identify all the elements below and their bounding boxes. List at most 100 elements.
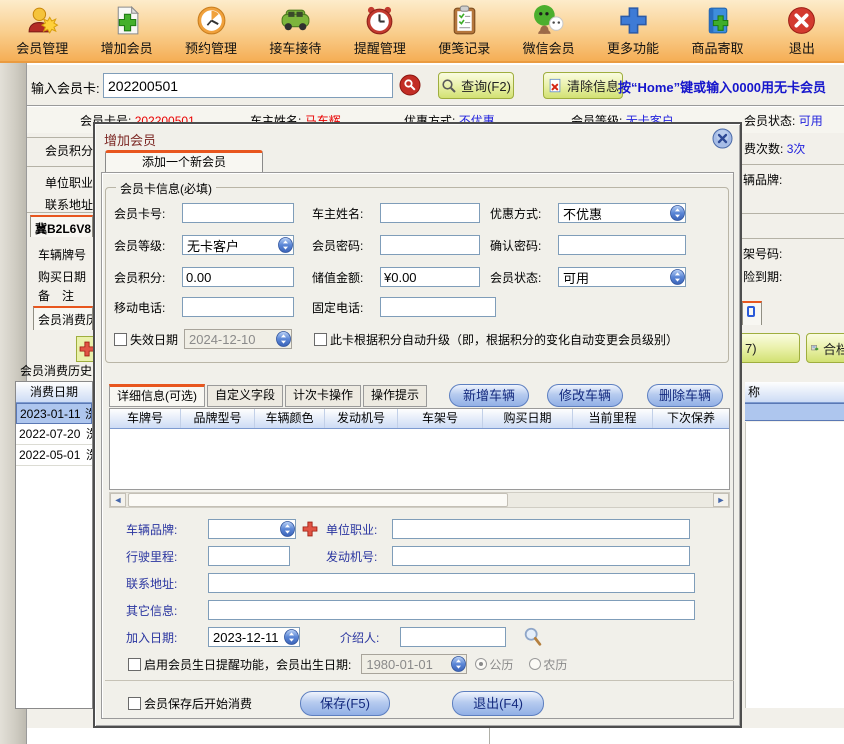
toolbar-goods-pickup[interactable]: 商品寄取	[675, 0, 759, 61]
level-select[interactable]: 无卡客户	[182, 235, 294, 255]
brand-select[interactable]	[208, 519, 296, 539]
spinner-icon[interactable]	[451, 656, 466, 672]
birthday-date-select[interactable]: 1980-01-01	[361, 654, 467, 674]
toolbar-label: 退出	[789, 38, 815, 57]
tab-count-card[interactable]: 计次卡操作	[285, 385, 361, 407]
status-select[interactable]: 可用	[558, 267, 686, 287]
consume-after-save-checkbox[interactable]	[128, 697, 141, 710]
search-bar: 输入会员卡: 查询(F2) 清除信息 按“Home”键或输入0000用无卡会员	[27, 65, 844, 106]
other-info-field[interactable]	[208, 600, 695, 620]
col-frame[interactable]: 车架号	[398, 409, 483, 428]
spinner-icon[interactable]	[284, 629, 299, 645]
toolbar-member-manage[interactable]: 会员管理	[0, 0, 84, 61]
bg-history-tab[interactable]: 会员消费历史	[33, 306, 93, 330]
scroll-thumb[interactable]	[128, 493, 508, 507]
toolbar-add-member[interactable]: 增加会员	[84, 0, 168, 61]
toolbar-wechat-member[interactable]: 微信会员	[506, 0, 590, 61]
col-next-maintain[interactable]: 下次保养	[653, 409, 729, 428]
bg-history-row[interactable]: 2023-01-11洗	[16, 403, 92, 424]
toolbar-label: 商品寄取	[691, 38, 743, 57]
status-label: 会员状态:	[744, 114, 795, 128]
toolbar-exit[interactable]: 退出	[760, 0, 844, 61]
dialog-close-button[interactable]	[712, 128, 733, 149]
add-brand-icon[interactable]	[302, 521, 318, 537]
bg-name-column-header[interactable]: 称	[745, 382, 844, 403]
col-mileage[interactable]: 当前里程	[573, 409, 653, 428]
spinner-icon[interactable]	[276, 331, 291, 347]
quick-search-button[interactable]	[399, 74, 421, 96]
unit-field[interactable]	[392, 519, 690, 539]
vehicle-table-body	[110, 429, 729, 489]
toolbar-reminder[interactable]: 提醒管理	[338, 0, 422, 61]
add-vehicle-button[interactable]: 新增车辆	[449, 384, 529, 407]
bg-selected-row-fragment[interactable]	[745, 403, 844, 421]
scroll-left-arrow[interactable]: ◄	[110, 493, 126, 507]
col-engine[interactable]: 发动机号	[325, 409, 398, 428]
card-number-input[interactable]	[103, 73, 393, 98]
spinner-icon[interactable]	[280, 521, 295, 537]
toolbar-car-reception[interactable]: 接车接待	[253, 0, 337, 61]
tab-custom-fields[interactable]: 自定义字段	[207, 385, 283, 407]
owner-field[interactable]	[380, 203, 480, 223]
confirm-field[interactable]	[558, 235, 686, 255]
spinner-icon[interactable]	[670, 205, 685, 221]
expire-date-label: 失效日期	[130, 331, 178, 348]
birthday-reminder-checkbox[interactable]	[128, 658, 141, 671]
spinner-icon[interactable]	[670, 269, 685, 285]
expire-date-select[interactable]: 2024-12-10	[184, 329, 292, 349]
solar-calendar-radio[interactable]	[475, 658, 487, 670]
auto-upgrade-checkbox[interactable]	[314, 333, 327, 346]
col-plate[interactable]: 车牌号	[110, 409, 181, 428]
points-field-label: 会员积分:	[114, 269, 182, 286]
card-no-field[interactable]	[182, 203, 294, 223]
tab-add-new-member[interactable]: 添加一个新会员	[105, 150, 263, 173]
edit-vehicle-button[interactable]: 修改车辆	[547, 384, 623, 407]
address-field[interactable]	[208, 573, 695, 593]
bg-tab-fragment[interactable]	[742, 301, 762, 325]
bg-f7-button-fragment[interactable]: 7)	[742, 333, 800, 363]
bg-plate-tab[interactable]: 冀B2L6V8	[30, 215, 93, 237]
spinner-icon[interactable]	[278, 237, 293, 253]
mileage-field[interactable]	[208, 546, 290, 566]
discount-select[interactable]: 不优惠	[558, 203, 686, 223]
card-input-label: 输入会员卡:	[31, 78, 100, 97]
bg-history-row[interactable]: 2022-07-20洗	[16, 424, 92, 445]
password-field[interactable]	[380, 235, 480, 255]
bg-date-column-header[interactable]: 消费日期	[16, 382, 92, 403]
save-button[interactable]: 保存(F5)	[300, 691, 390, 716]
toolbar-reservation[interactable]: 预约管理	[169, 0, 253, 61]
referrer-search-icon[interactable]	[522, 626, 544, 648]
referrer-field[interactable]	[400, 627, 506, 647]
phone-field[interactable]	[380, 297, 496, 317]
bg-history-row[interactable]: 2022-05-01洗	[16, 445, 92, 466]
exit-dialog-button[interactable]: 退出(F4)	[452, 691, 544, 716]
toolbar-label: 微信会员	[523, 38, 575, 57]
clear-info-button[interactable]: 清除信息	[543, 72, 623, 99]
toolbar-label: 会员管理	[16, 38, 68, 57]
balance-field[interactable]	[380, 267, 480, 287]
unit-field-label: 单位职业:	[326, 521, 392, 538]
tab-detail-info[interactable]: 详细信息(可选)	[109, 384, 205, 407]
engine-field[interactable]	[392, 546, 690, 566]
toolbar-more-functions[interactable]: 更多功能	[591, 0, 675, 61]
bg-count-label: 费次数:	[744, 142, 783, 156]
tab-tips[interactable]: 操作提示	[363, 385, 427, 407]
table-hscrollbar[interactable]: ◄ ►	[109, 492, 730, 508]
bg-add-button-fragment[interactable]	[76, 336, 93, 362]
lunar-calendar-label: 农历	[543, 656, 567, 673]
query-button[interactable]: 查询(F2)	[438, 72, 514, 99]
other-info-field-label: 其它信息:	[126, 602, 194, 619]
delete-vehicle-button[interactable]: 删除车辆	[647, 384, 723, 407]
toolbar-notes[interactable]: 便笺记录	[422, 0, 506, 61]
join-date-select[interactable]: 2023-12-11	[208, 627, 300, 647]
col-color[interactable]: 车辆颜色	[255, 409, 325, 428]
expire-date-checkbox[interactable]	[114, 333, 127, 346]
bg-merge-button-fragment[interactable]: 合档	[806, 333, 844, 363]
mobile-field[interactable]	[182, 297, 294, 317]
scroll-right-arrow[interactable]: ►	[713, 493, 729, 507]
col-brand-model[interactable]: 品牌型号	[181, 409, 255, 428]
lunar-calendar-radio[interactable]	[529, 658, 541, 670]
col-buy-date[interactable]: 购买日期	[483, 409, 573, 428]
solar-calendar-label: 公历	[489, 656, 513, 673]
points-field[interactable]	[182, 267, 294, 287]
